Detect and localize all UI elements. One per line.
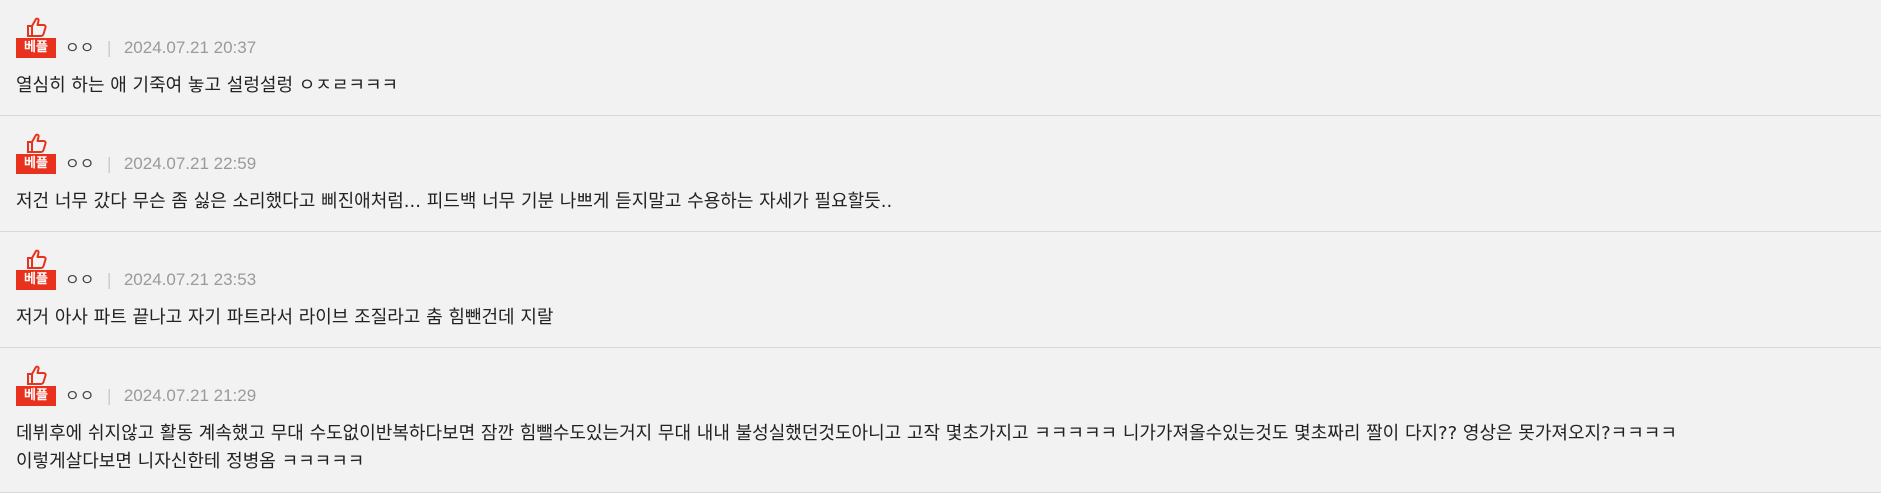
comment-item: 베플 ㅇㅇ | 2024.07.21 23:53 저거 아사 파트 끝나고 자기… (0, 232, 1881, 348)
comment-date: 2024.07.21 20:37 (123, 38, 257, 57)
comment-meta: 베플 ㅇㅇ | 2024.07.21 21:29 (16, 364, 256, 406)
comment-text: 저거 아사 파트 끝나고 자기 파트라서 라이브 조질라고 춤 힘뺀건데 지랄 (16, 307, 554, 328)
meta-separator: | (106, 38, 112, 57)
thumbs-up-icon (27, 365, 47, 385)
thumbs-up-icon (27, 133, 47, 153)
comment-author: ㅇㅇ (65, 386, 95, 405)
best-comment-badge: 베플 (16, 364, 56, 406)
comment-text: 데뷔후에 쉬지않고 활동 계속했고 무대 수도없이반복하다보면 잠깐 힘뺄수도있… (16, 423, 1677, 472)
comment-item: 베플 ㅇㅇ | 2024.07.21 20:37 열심히 하는 애 기죽여 놓고… (0, 0, 1881, 116)
comment-text: 저건 너무 갔다 무슨 좀 싫은 소리했다고 삐진애처럼... 피드백 너무 기… (16, 191, 893, 212)
comment-item: 베플 ㅇㅇ | 2024.07.21 21:29 데뷔후에 쉬지않고 활동 계속… (0, 348, 1881, 493)
comment-text: 열심히 하는 애 기죽여 놓고 설렁설렁 ㅇㅈㄹㅋㅋㅋ (16, 75, 399, 96)
comment-author: ㅇㅇ (65, 38, 95, 57)
best-comment-badge: 베플 (16, 248, 56, 290)
thumbs-up-icon (27, 249, 47, 269)
best-badge-label: 베플 (16, 270, 56, 290)
thumbs-up-icon (27, 17, 47, 37)
comment-author: ㅇㅇ (65, 154, 95, 173)
meta-separator: | (106, 154, 112, 173)
best-comment-badge: 베플 (16, 16, 56, 58)
comment-author: ㅇㅇ (65, 270, 95, 289)
meta-separator: | (106, 386, 112, 405)
comment-item: 베플 ㅇㅇ | 2024.07.21 22:59 저건 너무 갔다 무슨 좀 싫… (0, 116, 1881, 232)
best-badge-label: 베플 (16, 38, 56, 58)
best-badge-label: 베플 (16, 386, 56, 406)
comment-meta: 베플 ㅇㅇ | 2024.07.21 20:37 (16, 16, 256, 58)
comment-date: 2024.07.21 22:59 (123, 154, 257, 173)
comment-date: 2024.07.21 23:53 (123, 270, 257, 289)
best-comment-badge: 베플 (16, 132, 56, 174)
meta-separator: | (106, 270, 112, 289)
comment-meta: 베플 ㅇㅇ | 2024.07.21 23:53 (16, 248, 256, 290)
comment-list: 베플 ㅇㅇ | 2024.07.21 20:37 열심히 하는 애 기죽여 놓고… (0, 0, 1881, 493)
best-badge-label: 베플 (16, 154, 56, 174)
comment-date: 2024.07.21 21:29 (123, 386, 257, 405)
comment-meta: 베플 ㅇㅇ | 2024.07.21 22:59 (16, 132, 256, 174)
